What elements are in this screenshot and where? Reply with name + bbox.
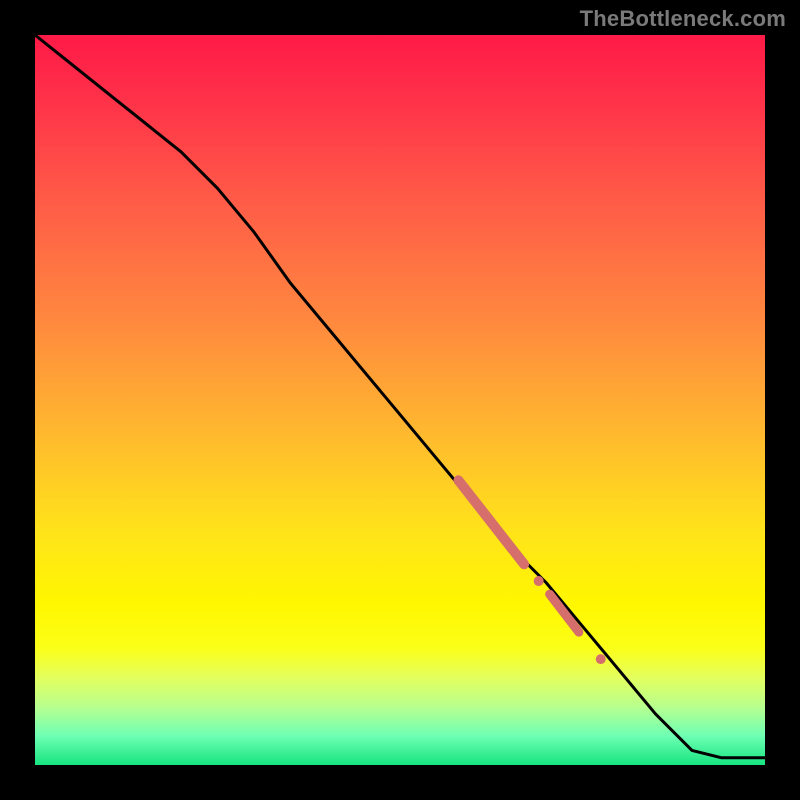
marker-segment bbox=[458, 480, 524, 564]
watermark-text: TheBottleneck.com bbox=[580, 6, 786, 32]
chart-frame: TheBottleneck.com bbox=[0, 0, 800, 800]
bottleneck-curve-line bbox=[35, 35, 765, 758]
marker-segment bbox=[550, 594, 579, 632]
marker-dot bbox=[596, 654, 606, 664]
chart-svg bbox=[35, 35, 765, 765]
plot-area bbox=[35, 35, 765, 765]
curve-markers bbox=[458, 480, 605, 664]
marker-dot bbox=[534, 576, 544, 586]
